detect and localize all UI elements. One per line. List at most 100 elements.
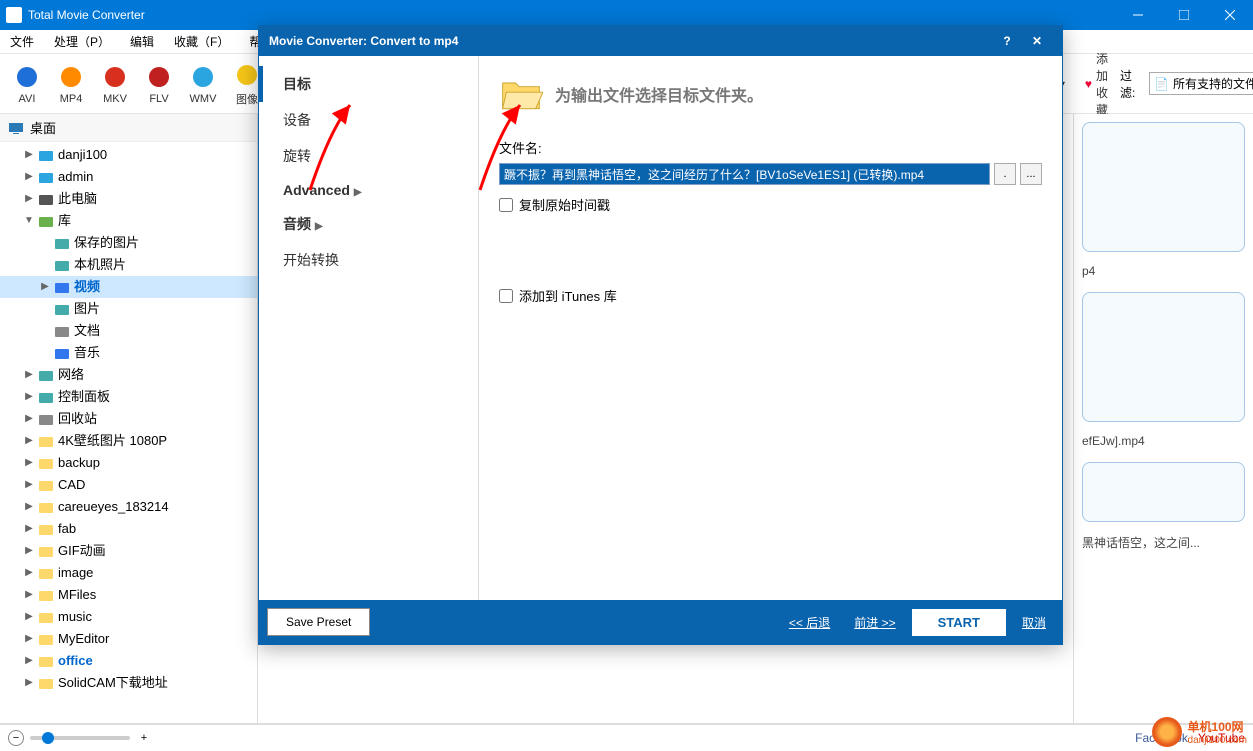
menu-item[interactable]: 编辑 [120,30,164,54]
dialog-nav-item[interactable]: Advanced▶ [259,174,478,206]
tree-twisty[interactable] [38,346,52,360]
tree-node-icon [38,455,54,471]
breadcrumb[interactable]: 桌面 [0,114,257,142]
folder-tree[interactable]: ▶danji100▶admin▶此电脑▼库保存的图片本机照片▶视频图片文档音乐▶… [0,142,257,723]
tree-node[interactable]: ▶4K壁纸图片 1080P [0,430,257,452]
tree-node[interactable]: ▶ music [0,606,257,628]
tree-node[interactable]: ▶ fab [0,518,257,540]
tree-twisty[interactable]: ▶ [22,610,36,624]
tree-twisty[interactable] [38,236,52,250]
tree-node[interactable]: ▶CAD [0,474,257,496]
window-maximize[interactable] [1161,0,1207,30]
tree-twisty[interactable]: ▼ [22,214,36,228]
forward-button[interactable]: 前进 >> [846,610,903,635]
tree-twisty[interactable] [38,258,52,272]
toolbar-mp4[interactable]: MP4 [50,61,92,107]
zoom-in-button[interactable]: + [136,730,152,746]
dialog-nav-item[interactable]: 音频▶ [259,206,478,242]
tree-twisty[interactable]: ▶ [22,148,36,162]
tree-node[interactable]: ▶SolidCAM下载地址 [0,672,257,694]
tree-node[interactable]: 保存的图片 [0,232,257,254]
tree-twisty[interactable]: ▶ [22,522,36,536]
tree-node[interactable]: ▶image [0,562,257,584]
save-preset-button[interactable]: Save Preset [267,608,370,636]
tree-twisty[interactable]: ▶ [22,390,36,404]
tree-node-label: fab [58,519,76,539]
tree-twisty[interactable] [38,302,52,316]
dialog-nav-item[interactable]: 设备 [259,102,478,138]
start-button[interactable]: START [912,609,1006,636]
dialog-nav-item[interactable]: 旋转 [259,138,478,174]
tree-twisty[interactable]: ▶ [22,368,36,382]
tree-node[interactable]: ▶控制面板 [0,386,257,408]
tree-node[interactable]: 图片 [0,298,257,320]
tree-node[interactable]: ▶admin [0,166,257,188]
tree-twisty[interactable]: ▶ [22,676,36,690]
tree-node[interactable]: 文档 [0,320,257,342]
cancel-button[interactable]: 取消 [1014,610,1054,635]
menu-item[interactable]: 处理（P） [44,30,120,54]
tree-node[interactable]: ▶GIF动画 [0,540,257,562]
tree-twisty[interactable]: ▶ [38,280,52,294]
desktop-icon [8,120,24,136]
tree-node[interactable]: ▶backup [0,452,257,474]
menu-item[interactable]: 收藏（F） [164,30,239,54]
dialog-close-button[interactable]: ✕ [1022,26,1052,56]
tree-node[interactable]: 本机照片 [0,254,257,276]
filename-input[interactable] [499,163,990,185]
window-minimize[interactable] [1115,0,1161,30]
tree-twisty[interactable]: ▶ [22,456,36,470]
zoom-slider[interactable] [30,736,130,740]
tree-node-icon [38,631,54,647]
tree-node[interactable]: ▶MFiles [0,584,257,606]
dialog-help-button[interactable]: ? [992,26,1022,56]
tree-twisty[interactable]: ▶ [22,500,36,514]
tree-node[interactable]: ▼库 [0,210,257,232]
tree-twisty[interactable] [38,324,52,338]
itunes-input[interactable] [499,289,513,303]
tree-twisty[interactable]: ▶ [22,434,36,448]
tree-twisty[interactable]: ▶ [22,588,36,602]
tree-node[interactable]: 音乐 [0,342,257,364]
filter-combobox[interactable]: 📄所有支持的文件 [1149,72,1253,95]
toolbar-mkv[interactable]: MKV [94,61,136,107]
tree-twisty[interactable]: ▶ [22,544,36,558]
toolbar-wmv[interactable]: WMV [182,61,224,107]
tree-node[interactable]: ▶网络 [0,364,257,386]
dialog-nav-item[interactable]: 目标 [259,66,478,102]
video-thumbnail[interactable] [1082,292,1245,422]
add-favorite-link[interactable]: ♥添加收藏 [1079,48,1114,120]
itunes-checkbox[interactable]: 添加到 iTunes 库 [499,286,1042,305]
tree-node-label: music [58,607,92,627]
tree-twisty[interactable]: ▶ [22,192,36,206]
heart-icon: ♥ [1085,77,1092,91]
window-close[interactable] [1207,0,1253,30]
tree-twisty[interactable]: ▶ [22,412,36,426]
tree-twisty[interactable]: ▶ [22,170,36,184]
zoom-out-button[interactable]: − [8,730,24,746]
tree-node[interactable]: ▶回收站 [0,408,257,430]
tree-node-label: 本机照片 [74,255,126,275]
video-thumbnail[interactable] [1082,122,1245,252]
tree-twisty[interactable]: ▶ [22,478,36,492]
video-thumbnail[interactable] [1082,462,1245,522]
tree-node[interactable]: ▶此电脑 [0,188,257,210]
tree-node[interactable]: ▶office [0,650,257,672]
path-up-button[interactable]: . [994,163,1016,185]
toolbar-flv[interactable]: FLV [138,61,180,107]
browse-button[interactable]: ... [1020,163,1042,185]
dialog-nav-label: 音频 [283,216,311,232]
tree-node[interactable]: ▶MyEditor [0,628,257,650]
tree-node[interactable]: ▶careueyes_183214 [0,496,257,518]
toolbar-avi[interactable]: AVI [6,61,48,107]
tree-node[interactable]: ▶视频 [0,276,257,298]
tree-twisty[interactable]: ▶ [22,566,36,580]
tree-twisty[interactable]: ▶ [22,632,36,646]
tree-twisty[interactable]: ▶ [22,654,36,668]
menu-item[interactable]: 文件 [0,30,44,54]
copy-timestamp-input[interactable] [499,198,513,212]
copy-timestamp-checkbox[interactable]: 复制原始时间戳 [499,195,1042,214]
dialog-nav-item[interactable]: 开始转换 [259,242,478,278]
back-button[interactable]: << 后退 [781,610,838,635]
tree-node[interactable]: ▶danji100 [0,144,257,166]
